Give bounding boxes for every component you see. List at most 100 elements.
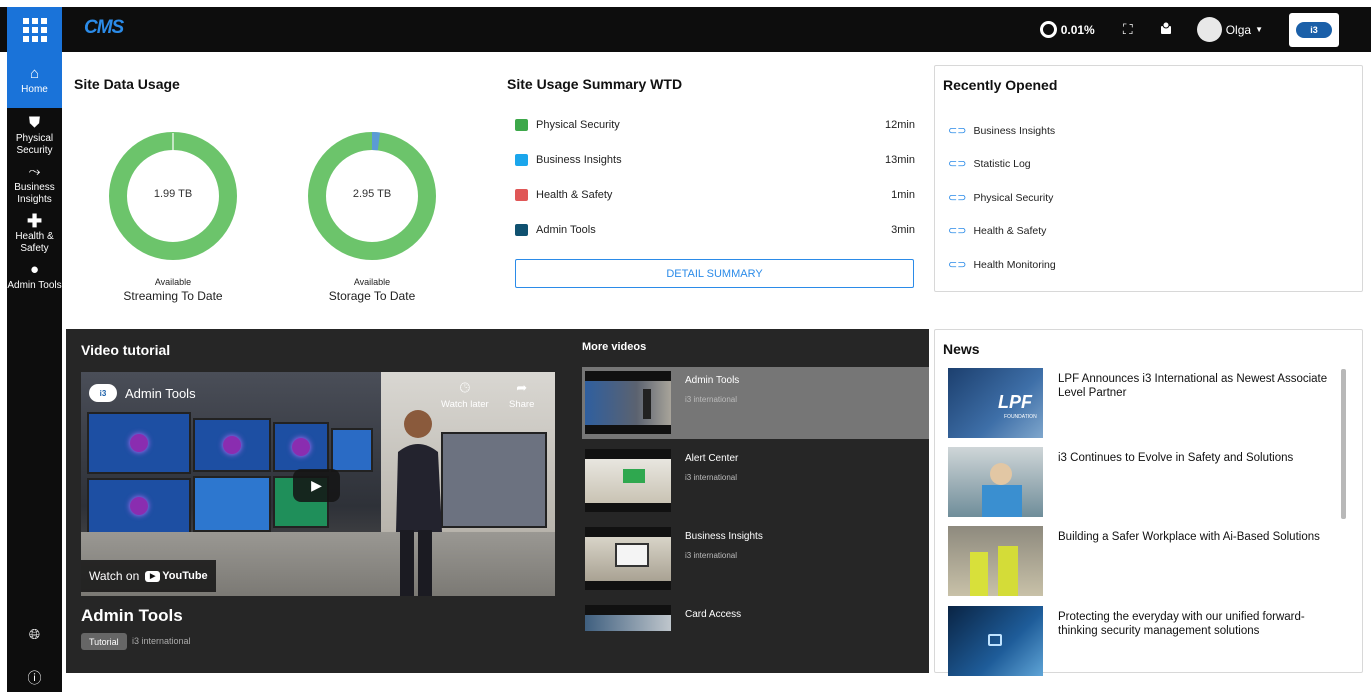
- recent-link-label: Health Monitoring: [973, 258, 1056, 271]
- app-logo[interactable]: CMS: [84, 17, 124, 39]
- more-video-item[interactable]: Business Insights i3 international: [582, 523, 929, 595]
- user-name: Olga: [1225, 22, 1252, 37]
- sidebar-item-physical-security[interactable]: ⛊ Physical Security: [7, 114, 62, 157]
- sidebar-item-home[interactable]: ⌂ Home: [7, 52, 62, 108]
- legend-swatch: [515, 119, 528, 131]
- info-icon[interactable]: ⓘ: [7, 668, 62, 688]
- watch-later-label: Watch later: [441, 399, 489, 410]
- more-video-item[interactable]: Alert Center i3 international: [582, 445, 929, 517]
- streaming-donut: 1.99 TB Available Streaming To Date: [108, 131, 238, 303]
- lpf-logo-text: LPF: [998, 392, 1032, 412]
- apps-grid-icon: [22, 17, 47, 42]
- recent-link-label: Physical Security: [973, 191, 1054, 204]
- news-image: [948, 447, 1043, 517]
- globe-icon[interactable]: 🌐︎: [7, 626, 62, 643]
- detail-summary-button[interactable]: DETAIL SUMMARY: [515, 259, 914, 288]
- monitor-screen: [87, 412, 191, 474]
- play-button[interactable]: ▶: [293, 469, 340, 502]
- recently-opened-card: Recently Opened ⊂⊃ Business Insights ⊂⊃ St…: [934, 65, 1363, 292]
- news-item[interactable]: i3 Continues to Evolve in Safety and Sol…: [948, 447, 1348, 517]
- more-video-item[interactable]: Admin Tools i3 international: [582, 367, 929, 439]
- more-videos-title: More videos: [582, 341, 647, 353]
- user-avatar-icon: [1196, 17, 1222, 42]
- site-data-usage-title: Site Data Usage: [74, 76, 180, 92]
- summary-label: Health & Safety: [536, 189, 613, 201]
- news-item[interactable]: Protecting the everyday with our unified…: [948, 606, 1348, 676]
- sidebar-item-health-safety[interactable]: ✚ Health & Safety: [7, 212, 62, 255]
- news-scrollbar[interactable]: [1341, 369, 1346, 519]
- brand-logo[interactable]: i3: [1289, 12, 1339, 47]
- sidebar-item-admin-tools[interactable]: ● Admin Tools: [7, 261, 62, 292]
- streaming-value: 1.99 TB: [153, 188, 193, 200]
- home-icon: ⌂: [29, 64, 40, 82]
- legend-swatch: [515, 154, 528, 166]
- news-image: LPF FOUNDATION: [948, 368, 1043, 438]
- channel-title: Admin Tools: [125, 385, 196, 401]
- link-icon: ⊂⊃: [948, 158, 967, 170]
- recent-link-label: Health & Safety: [973, 224, 1047, 237]
- storage-name: Storage To Date: [328, 289, 416, 303]
- i3-logo-icon: i3: [1296, 21, 1332, 38]
- youtube-play-icon: ▶: [145, 570, 161, 582]
- watch-later-button[interactable]: 🕒︎ Watch later: [441, 380, 489, 410]
- recent-link-label: Statistic Log: [973, 157, 1031, 170]
- usage-indicator[interactable]: 0.01%: [1039, 21, 1095, 38]
- sidebar-item-label: Admin Tools: [7, 280, 62, 291]
- recent-link[interactable]: ⊂⊃ Health & Safety: [948, 224, 1047, 238]
- tutorial-tag: Tutorial: [81, 633, 127, 650]
- news-card: News LPF FOUNDATION LPF Announces i3 Int…: [934, 329, 1363, 676]
- news-headline: LPF Announces i3 International as Newest…: [1058, 373, 1328, 399]
- lpf-logo-sub: FOUNDATION: [1004, 414, 1037, 420]
- sidebar-item-label: Home: [21, 83, 48, 95]
- plus-icon: ✚: [26, 211, 43, 231]
- notification-icon[interactable]: [1159, 21, 1173, 38]
- user-menu[interactable]: Olga ▼: [1196, 17, 1263, 42]
- video-tutorial-panel: Video tutorial i3 Admin Tools 🕒︎ Watch l…: [66, 329, 929, 673]
- apps-grid-button[interactable]: [7, 7, 62, 52]
- streaming-name: Streaming To Date: [123, 289, 223, 303]
- news-item[interactable]: Building a Safer Workplace with Ai-Based…: [948, 526, 1348, 596]
- recent-link[interactable]: ⊂⊃ Health Monitoring: [948, 258, 1056, 272]
- usage-summary-title: Site Usage Summary WTD: [507, 76, 683, 92]
- fullscreen-icon[interactable]: ⛶: [1121, 21, 1135, 38]
- sidebar-item-label: Business Insights: [14, 182, 55, 205]
- video-thumbnail: [585, 527, 671, 590]
- shield-icon: ⛊: [28, 114, 41, 131]
- video-author: i3 international: [132, 636, 191, 646]
- more-video-item[interactable]: Card Access: [582, 601, 929, 631]
- youtube-label: YouTube: [162, 570, 208, 582]
- link-icon: ⊂⊃: [948, 125, 967, 137]
- watch-on-youtube-button[interactable]: Watch on ▶ YouTube: [81, 560, 216, 592]
- summary-value: 1min: [891, 189, 915, 201]
- more-video-title: Business Insights: [685, 531, 763, 542]
- monitor-screen: [331, 428, 373, 472]
- news-item[interactable]: LPF FOUNDATION LPF Announces i3 Internat…: [948, 368, 1348, 438]
- channel-badge[interactable]: i3 Admin Tools: [89, 384, 196, 402]
- top-bar: CMS 0.01% ⛶ Olga ▼ i3: [0, 0, 1371, 52]
- sidebar: ⌂ Home ⛊ Physical Security ⤳ Business In…: [7, 52, 62, 692]
- summary-row-health-safety: Health & Safety 1min: [515, 189, 915, 203]
- channel-logo-icon: i3: [89, 384, 117, 402]
- watch-on-label: Watch on: [89, 569, 140, 583]
- recent-link[interactable]: ⊂⊃ Business Insights: [948, 124, 1055, 138]
- more-video-title: Card Access: [685, 609, 742, 620]
- chevron-down-icon: ▼: [1255, 25, 1263, 34]
- recent-link[interactable]: ⊂⊃ Physical Security: [948, 191, 1054, 205]
- storage-sub: Available: [353, 277, 391, 287]
- legend-swatch: [515, 224, 528, 236]
- summary-row-admin-tools: Admin Tools 3min: [515, 224, 915, 238]
- monitor-screen: [87, 478, 191, 534]
- legend-swatch: [515, 189, 528, 201]
- news-title: News: [943, 341, 980, 357]
- video-name: Admin Tools: [81, 606, 183, 625]
- play-icon: ▶: [311, 477, 322, 493]
- share-button[interactable]: ➦ Share: [509, 380, 534, 410]
- more-video-author: i3 international: [685, 473, 738, 482]
- recent-link[interactable]: ⊂⊃ Statistic Log: [948, 157, 1031, 171]
- summary-label: Physical Security: [536, 119, 620, 131]
- sidebar-item-business-insights[interactable]: ⤳ Business Insights: [7, 163, 62, 206]
- video-player[interactable]: i3 Admin Tools 🕒︎ Watch later ➦ Share ▶ …: [81, 372, 555, 596]
- summary-label: Business Insights: [536, 154, 622, 166]
- clock-icon: 🕒︎: [459, 380, 470, 395]
- summary-row-physical-security: Physical Security 12min: [515, 119, 915, 133]
